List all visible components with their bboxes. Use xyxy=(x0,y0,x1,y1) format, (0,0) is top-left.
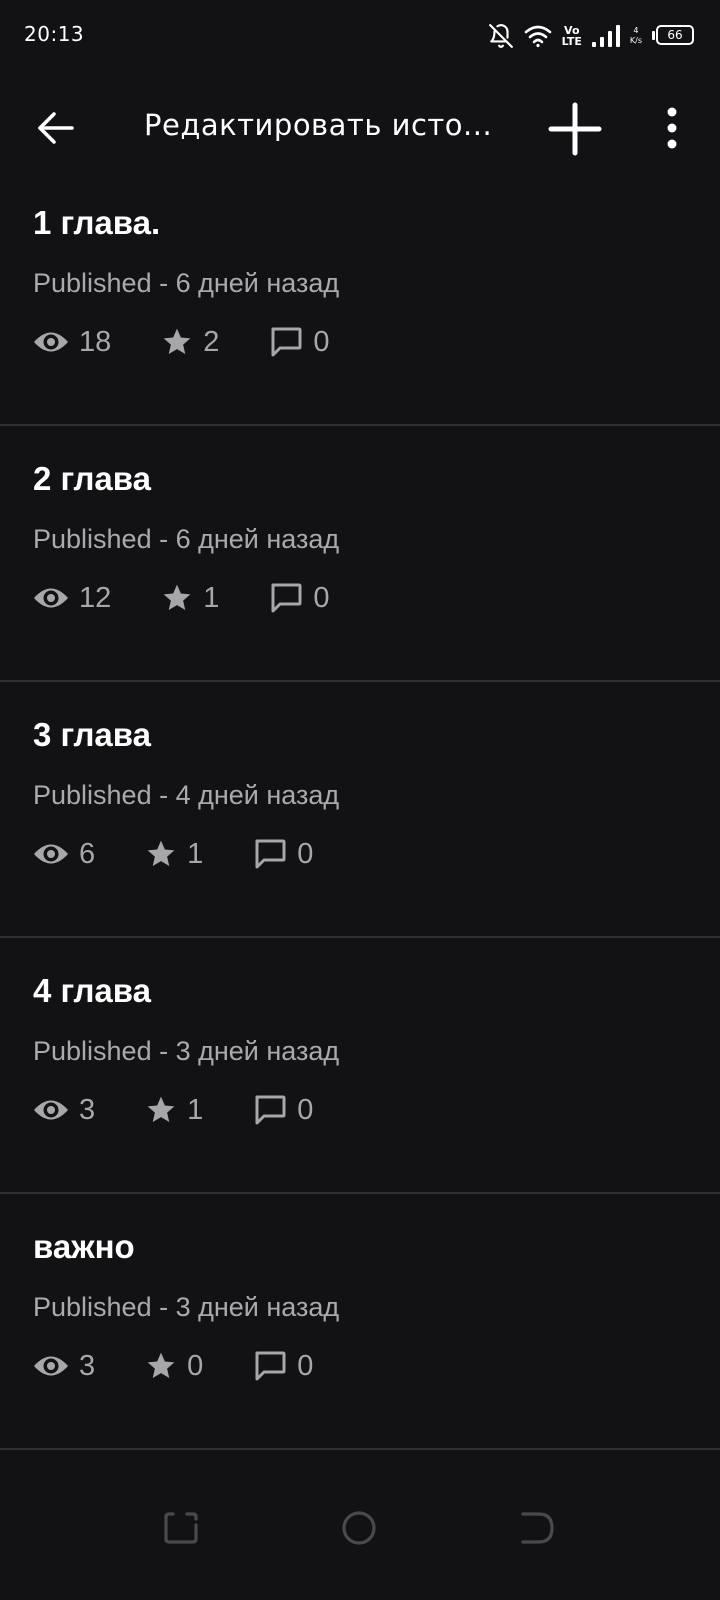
part-status: Published - 6 дней назад xyxy=(33,268,340,298)
star-icon xyxy=(147,840,175,866)
comments-stat: 0 xyxy=(253,1350,313,1383)
views-count: 18 xyxy=(79,325,112,358)
votes-stat: 2 xyxy=(161,326,219,359)
status-bar: 20:13 Vo LTE 4 K/s 66 xyxy=(0,0,720,72)
views-stat: 18 xyxy=(33,326,111,359)
comments-stat: 0 xyxy=(269,581,330,615)
views-count: 6 xyxy=(79,837,96,870)
votes-stat: 1 xyxy=(161,582,219,615)
star-icon xyxy=(163,584,191,610)
comments-count: 0 xyxy=(313,581,330,614)
part-title: 4 глава xyxy=(33,972,151,1009)
net-speed-unit: K/s xyxy=(629,36,642,45)
part-stats: 3 0 0 xyxy=(33,1346,363,1386)
views-stat: 3 xyxy=(33,1350,95,1383)
app-bar: Редактировать исто... xyxy=(0,90,720,166)
page-title: Редактировать исто... xyxy=(144,108,493,142)
eye-icon xyxy=(34,332,68,352)
add-part-button[interactable] xyxy=(546,100,604,158)
views-stat: 12 xyxy=(33,582,111,615)
plus-icon xyxy=(548,102,602,156)
comments-count: 0 xyxy=(297,1093,314,1126)
comments-stat: 0 xyxy=(253,838,313,871)
star-icon xyxy=(163,328,191,354)
more-options-button[interactable] xyxy=(650,102,694,154)
more-vert-icon xyxy=(667,107,677,149)
votes-count: 1 xyxy=(203,581,220,614)
star-icon xyxy=(147,1096,175,1122)
part-title: 2 глава xyxy=(33,460,151,497)
part-status: Published - 3 дней назад xyxy=(33,1292,340,1322)
star-icon xyxy=(147,1352,175,1378)
part-title: 1 глава. xyxy=(33,204,161,241)
comments-count: 0 xyxy=(313,325,330,358)
back-button[interactable] xyxy=(30,102,82,154)
comment-icon xyxy=(255,839,286,869)
part-title: важно xyxy=(33,1228,135,1265)
part-stats: 12 1 0 xyxy=(33,578,380,618)
eye-icon xyxy=(34,1100,68,1120)
battery-level: 66 xyxy=(667,28,683,42)
eye-icon xyxy=(34,1356,68,1376)
part-status: Published - 6 дней назад xyxy=(33,524,340,554)
views-count: 3 xyxy=(79,1093,96,1126)
recents-icon xyxy=(164,1512,198,1544)
parts-list: 1 глава. Published - 6 дней назад 18 2 0… xyxy=(0,170,720,1500)
comments-count: 0 xyxy=(297,1349,314,1382)
volte-bottom: LTE xyxy=(561,35,582,48)
views-stat: 6 xyxy=(33,838,95,871)
comment-icon xyxy=(255,1095,286,1125)
part-stats: 6 1 0 xyxy=(33,834,363,874)
system-nav-bar xyxy=(0,1480,720,1600)
part-stats: 3 1 0 xyxy=(33,1090,363,1130)
net-speed-value: 4 xyxy=(633,26,639,35)
part-status: Published - 4 дней назад xyxy=(33,780,340,810)
status-time: 20:13 xyxy=(24,22,85,46)
nav-home-button[interactable] xyxy=(339,1508,379,1548)
views-count: 12 xyxy=(79,581,112,614)
comments-stat: 0 xyxy=(269,325,330,359)
part-item[interactable]: 1 глава. Published - 6 дней назад 18 2 0 xyxy=(0,170,720,426)
nav-back-button[interactable] xyxy=(517,1508,557,1548)
signal-icon xyxy=(591,25,620,47)
nav-recents-button[interactable] xyxy=(161,1508,201,1548)
comment-icon xyxy=(255,1351,286,1381)
part-item[interactable]: 4 глава Published - 3 дней назад 3 1 0 xyxy=(0,938,720,1194)
bell-off-icon xyxy=(488,24,513,48)
battery-icon: 66 xyxy=(652,25,696,47)
comments-stat: 0 xyxy=(253,1094,313,1127)
votes-stat: 1 xyxy=(145,1094,203,1127)
part-item[interactable]: 2 глава Published - 6 дней назад 12 1 0 xyxy=(0,426,720,682)
volte-indicator: Vo LTE xyxy=(562,25,582,47)
battery-tip xyxy=(652,31,655,40)
net-speed: 4 K/s xyxy=(630,26,642,46)
votes-stat: 0 xyxy=(145,1350,203,1383)
votes-count: 1 xyxy=(187,1093,204,1126)
comment-icon xyxy=(271,583,302,613)
wifi-icon xyxy=(524,25,551,48)
votes-count: 2 xyxy=(203,325,220,358)
eye-icon xyxy=(34,844,68,864)
arrow-left-icon xyxy=(38,112,74,144)
home-circle-icon xyxy=(342,1511,376,1545)
eye-icon xyxy=(34,588,68,608)
votes-count: 1 xyxy=(187,837,204,870)
part-item[interactable]: важно Published - 3 дней назад 3 0 0 xyxy=(0,1194,720,1450)
part-title: 3 глава xyxy=(33,716,151,753)
views-count: 3 xyxy=(79,1349,96,1382)
part-item[interactable]: 3 глава Published - 4 дней назад 6 1 0 xyxy=(0,682,720,938)
nav-back-icon xyxy=(521,1512,554,1544)
votes-stat: 1 xyxy=(145,838,203,871)
part-stats: 18 2 0 xyxy=(33,322,380,362)
status-icons: Vo LTE 4 K/s 66 xyxy=(488,20,696,52)
comments-count: 0 xyxy=(297,837,314,870)
comment-icon xyxy=(271,327,302,357)
part-status: Published - 3 дней назад xyxy=(33,1036,340,1066)
votes-count: 0 xyxy=(187,1349,204,1382)
views-stat: 3 xyxy=(33,1094,95,1127)
